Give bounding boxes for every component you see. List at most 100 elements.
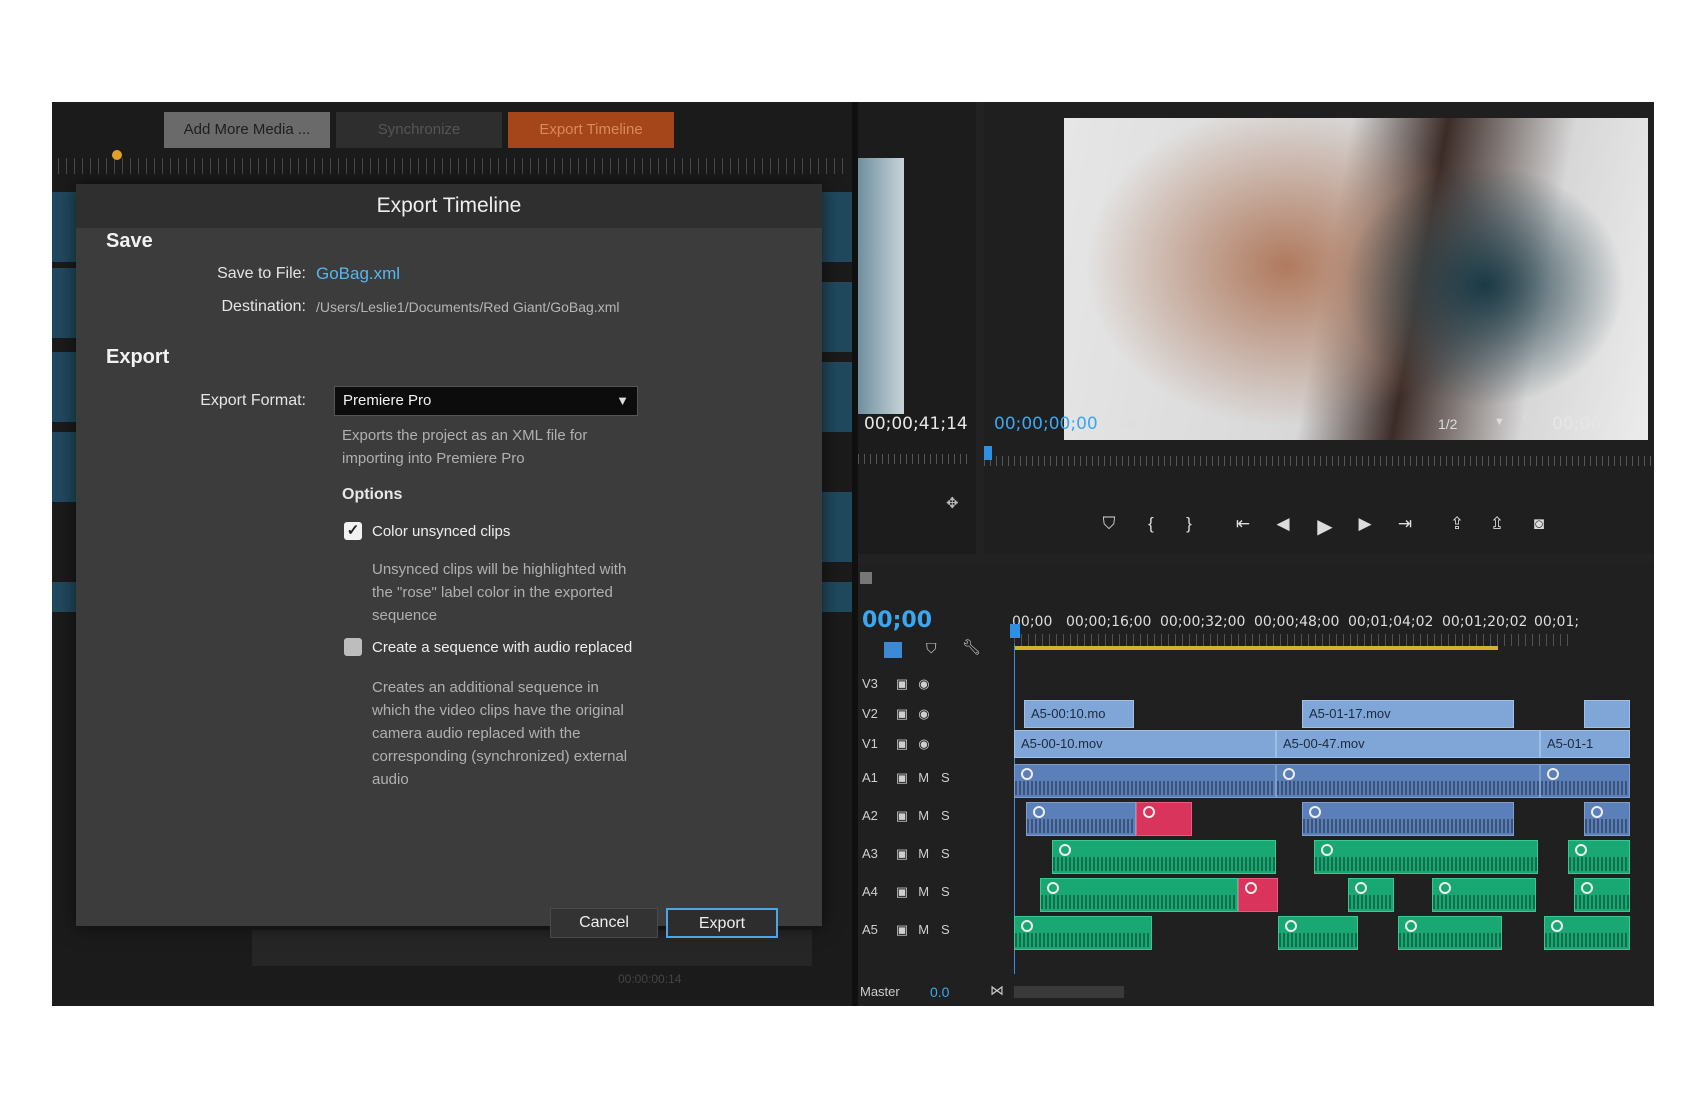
solo-button[interactable]: S	[941, 922, 950, 937]
playhead-marker[interactable]	[112, 150, 122, 160]
mark-out-icon[interactable]: }	[1178, 514, 1200, 534]
timeline-timecode: 00;00	[862, 608, 933, 633]
mute-button[interactable]: M	[918, 846, 929, 861]
work-area-bar[interactable]	[1014, 646, 1498, 650]
export-format-select[interactable]: Premiere Pro ▼	[334, 386, 638, 416]
track-header-a1[interactable]: A1 ▣ M S	[862, 770, 1012, 786]
audio-clip[interactable]	[1014, 916, 1152, 950]
wrench-icon[interactable]: 🔧︎	[1520, 412, 1543, 433]
fx-icon	[1591, 806, 1603, 818]
mute-button[interactable]: M	[918, 808, 929, 823]
wrench-icon[interactable]: 🔧︎	[962, 638, 981, 656]
solo-button[interactable]: S	[941, 884, 950, 899]
marker-icon[interactable]: ⛉	[926, 640, 937, 657]
color-unsynced-label[interactable]: Color unsynced clips	[372, 523, 510, 540]
synchronize-button[interactable]: Synchronize	[336, 112, 502, 148]
track-header-v2[interactable]: V2 ▣ ◉	[862, 706, 1012, 722]
panel-menu-icon[interactable]	[860, 572, 872, 584]
track-header-v3[interactable]: V3 ▣ ◉	[862, 676, 1012, 692]
toggle-sync-icon[interactable]: ▣	[896, 736, 908, 752]
play-icon[interactable]: ▶︎	[1314, 514, 1336, 539]
video-clip[interactable]	[1584, 700, 1630, 728]
waveform	[1399, 933, 1501, 947]
camera-icon[interactable]: ◙	[1528, 514, 1550, 534]
toggle-sync-icon[interactable]: ▣	[896, 676, 908, 692]
add-marker-icon[interactable]: ⛉	[1098, 514, 1120, 534]
eye-icon[interactable]: ◉	[918, 706, 929, 722]
lift-icon[interactable]: ⇪	[1446, 514, 1468, 534]
audio-clip[interactable]	[1348, 878, 1394, 912]
track-header-a2[interactable]: A2 ▣ M S	[862, 808, 1012, 824]
audio-clip[interactable]	[1052, 840, 1276, 874]
go-to-in-icon[interactable]: ⇤	[1232, 514, 1254, 534]
toggle-sync-icon[interactable]: ▣	[896, 808, 908, 824]
export-button[interactable]: Export	[666, 908, 778, 938]
track-clip	[822, 362, 852, 432]
toggle-sync-icon[interactable]: ▣	[896, 770, 908, 786]
timeline-playhead[interactable]	[1010, 624, 1020, 638]
extract-icon[interactable]: ⇫	[1486, 514, 1508, 534]
zoom-fit-select[interactable]: Fit ▼	[1120, 416, 1190, 436]
horizontal-scrollbar[interactable]	[1014, 986, 1124, 998]
snap-icon[interactable]	[884, 642, 902, 658]
toggle-sync-icon[interactable]: ▣	[896, 922, 908, 938]
mute-button[interactable]: M	[918, 922, 929, 937]
step-forward-icon[interactable]: ▶︎	[1354, 514, 1376, 534]
color-unsynced-checkbox[interactable]: ✓	[344, 522, 362, 540]
mute-button[interactable]: M	[918, 770, 929, 785]
cancel-button[interactable]: Cancel	[550, 908, 658, 938]
video-clip[interactable]: A5-00-47.mov	[1276, 730, 1540, 758]
solo-button[interactable]: S	[941, 808, 950, 823]
track-header-a5[interactable]: A5 ▣ M S	[862, 922, 1012, 938]
audio-clip[interactable]	[1314, 840, 1538, 874]
eye-icon[interactable]: ◉	[918, 676, 929, 692]
master-volume-value[interactable]: 0.0	[930, 984, 949, 1000]
mark-in-icon[interactable]: {	[1140, 514, 1162, 534]
go-to-out-icon[interactable]: ⇥	[1394, 514, 1416, 534]
save-to-file-link[interactable]: GoBag.xml	[316, 264, 400, 284]
resolution-select[interactable]: 1/2 ▼	[1438, 416, 1510, 436]
toggle-sync-icon[interactable]: ▣	[896, 706, 908, 722]
track-header-a3[interactable]: A3 ▣ M S	[862, 846, 1012, 862]
go-to-end-icon[interactable]: ⋈	[990, 982, 1004, 999]
audio-clip[interactable]	[1278, 916, 1358, 950]
solo-button[interactable]: S	[941, 846, 950, 861]
add-more-media-button[interactable]: Add More Media ...	[164, 112, 330, 148]
ruler-label: 00;00;48;00	[1254, 614, 1340, 630]
eye-icon[interactable]: ◉	[918, 736, 929, 752]
video-clip[interactable]: A5-00:10.mo	[1024, 700, 1134, 728]
waveform	[1541, 781, 1629, 795]
audio-clip[interactable]	[1040, 878, 1238, 912]
video-clip[interactable]: A5-01-17.mov	[1302, 700, 1514, 728]
mute-button[interactable]: M	[918, 884, 929, 899]
toggle-sync-icon[interactable]: ▣	[896, 884, 908, 900]
unsynced-audio-clip[interactable]	[1238, 878, 1278, 912]
description-line: camera audio replaced with the	[372, 725, 581, 742]
track-header-v1[interactable]: V1 ▣ ◉	[862, 736, 1012, 752]
video-clip[interactable]: A5-00-10.mov	[1014, 730, 1276, 758]
toggle-sync-icon[interactable]: ▣	[896, 846, 908, 862]
audio-clip[interactable]	[1276, 764, 1540, 798]
program-playhead[interactable]	[984, 446, 992, 460]
audio-clip[interactable]	[1014, 764, 1276, 798]
audio-clip[interactable]	[1026, 802, 1136, 836]
export-timeline-button[interactable]: Export Timeline	[508, 112, 674, 148]
source-timecode: 00;00;41;14	[864, 414, 968, 434]
unsynced-audio-clip[interactable]	[1136, 802, 1192, 836]
track-header-a4[interactable]: A4 ▣ M S	[862, 884, 1012, 900]
audio-clip[interactable]	[1584, 802, 1630, 836]
solo-button[interactable]: S	[941, 770, 950, 785]
audio-replaced-label[interactable]: Create a sequence with audio replaced	[372, 639, 632, 656]
audio-clip[interactable]	[1568, 840, 1630, 874]
audio-clip[interactable]	[1540, 764, 1630, 798]
fx-icon	[1547, 768, 1559, 780]
audio-clip[interactable]	[1544, 916, 1630, 950]
audio-clip[interactable]	[1302, 802, 1514, 836]
audio-clip[interactable]	[1574, 878, 1630, 912]
move-icon[interactable]: ✥	[946, 494, 959, 512]
audio-clip[interactable]	[1432, 878, 1536, 912]
audio-replaced-checkbox[interactable]	[344, 638, 362, 656]
step-back-icon[interactable]: ◀︎	[1272, 514, 1294, 534]
audio-clip[interactable]	[1398, 916, 1502, 950]
video-clip[interactable]: A5-01-1	[1540, 730, 1630, 758]
